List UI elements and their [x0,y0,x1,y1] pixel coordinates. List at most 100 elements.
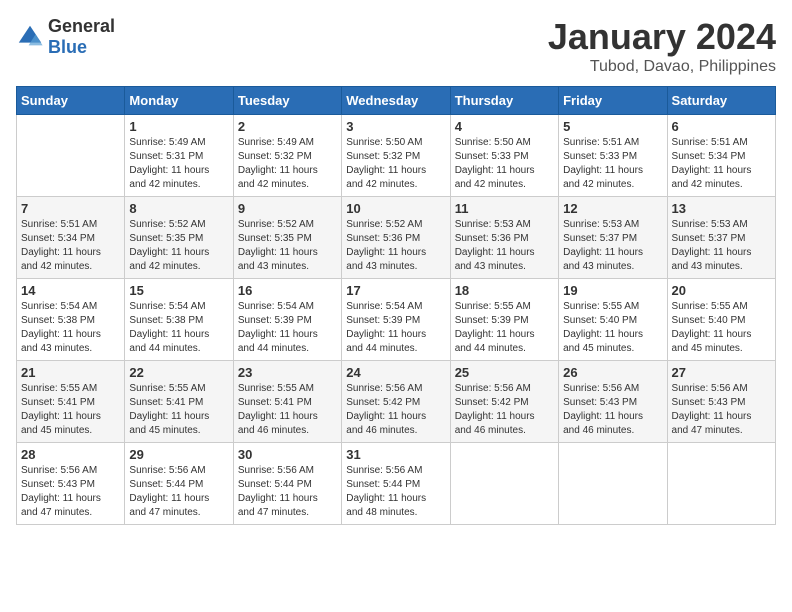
title-area: January 2024 Tubod, Davao, Philippines [548,16,776,76]
calendar-cell: 12Sunrise: 5:53 AM Sunset: 5:37 PM Dayli… [559,197,667,279]
day-number: 12 [563,201,662,216]
logo: General Blue [16,16,115,58]
calendar-cell: 5 Sunrise: 5:51 AM Sunset: 5:33 PM Daylig… [559,115,667,197]
header-row: SundayMondayTuesdayWednesdayThursdayFrid… [17,87,776,115]
day-info: Sunrise: 5:55 AM Sunset: 5:41 PM Dayligh… [129,382,228,438]
calendar-week-5: 28 Sunrise: 5:56 AM Sunset: 5:43 PM Dayli… [17,443,776,525]
day-number: 9 [238,201,337,216]
day-info: Sunrise: 5:51 AM Sunset: 5:34 PM Dayligh… [21,218,120,274]
day-number: 1 [129,119,228,134]
day-info: Sunrise: 5:55 AM Sunset: 5:41 PM Dayligh… [238,382,337,438]
day-number: 22 [129,365,228,380]
day-info: Sunrise: 5:54 AM Sunset: 5:38 PM Dayligh… [21,300,120,356]
calendar-cell: 2Sunrise: 5:49 AM Sunset: 5:32 PM Daylig… [233,115,341,197]
calendar-cell: 4 Sunrise: 5:50 AM Sunset: 5:33 PM Daylig… [450,115,558,197]
day-info: Sunrise: 5:53 AM Sunset: 5:36 PM Dayligh… [455,218,554,274]
calendar-cell: 9Sunrise: 5:52 AM Sunset: 5:35 PM Daylig… [233,197,341,279]
day-info: Sunrise: 5:56 AM Sunset: 5:44 PM Dayligh… [129,464,228,520]
day-number: 19 [563,283,662,298]
day-number: 7 [21,201,120,216]
calendar-week-3: 14 Sunrise: 5:54 AM Sunset: 5:38 PM Dayli… [17,279,776,361]
day-header-tuesday: Tuesday [233,87,341,115]
calendar-cell: 18 Sunrise: 5:55 AM Sunset: 5:39 PM Dayli… [450,279,558,361]
day-info: Sunrise: 5:56 AM Sunset: 5:42 PM Dayligh… [455,382,554,438]
day-number: 10 [346,201,445,216]
day-number: 14 [21,283,120,298]
day-header-sunday: Sunday [17,87,125,115]
day-number: 31 [346,447,445,462]
calendar-cell: 21 Sunrise: 5:55 AM Sunset: 5:41 PM Dayli… [17,361,125,443]
calendar-cell: 26Sunrise: 5:56 AM Sunset: 5:43 PM Dayli… [559,361,667,443]
day-info: Sunrise: 5:53 AM Sunset: 5:37 PM Dayligh… [672,218,771,274]
calendar-week-1: 1 Sunrise: 5:49 AM Sunset: 5:31 PM Daylig… [17,115,776,197]
day-header-saturday: Saturday [667,87,775,115]
calendar-cell: 23 Sunrise: 5:55 AM Sunset: 5:41 PM Dayli… [233,361,341,443]
calendar-week-4: 21 Sunrise: 5:55 AM Sunset: 5:41 PM Dayli… [17,361,776,443]
day-number: 18 [455,283,554,298]
calendar-table: SundayMondayTuesdayWednesdayThursdayFrid… [16,86,776,525]
day-number: 17 [346,283,445,298]
day-info: Sunrise: 5:51 AM Sunset: 5:34 PM Dayligh… [672,136,771,192]
day-info: Sunrise: 5:49 AM Sunset: 5:31 PM Dayligh… [129,136,228,192]
day-number: 26 [563,365,662,380]
day-number: 5 [563,119,662,134]
day-number: 20 [672,283,771,298]
calendar-cell: 7 Sunrise: 5:51 AM Sunset: 5:34 PM Daylig… [17,197,125,279]
day-number: 29 [129,447,228,462]
logo-text-blue: Blue [48,37,87,57]
day-number: 30 [238,447,337,462]
calendar-cell: 19 Sunrise: 5:55 AM Sunset: 5:40 PM Dayli… [559,279,667,361]
calendar-cell: 13 Sunrise: 5:53 AM Sunset: 5:37 PM Dayli… [667,197,775,279]
day-number: 4 [455,119,554,134]
calendar-cell: 17 Sunrise: 5:54 AM Sunset: 5:39 PM Dayli… [342,279,450,361]
day-info: Sunrise: 5:56 AM Sunset: 5:42 PM Dayligh… [346,382,445,438]
day-info: Sunrise: 5:55 AM Sunset: 5:39 PM Dayligh… [455,300,554,356]
calendar-cell: 16 Sunrise: 5:54 AM Sunset: 5:39 PM Dayli… [233,279,341,361]
day-header-wednesday: Wednesday [342,87,450,115]
calendar-cell: 14 Sunrise: 5:54 AM Sunset: 5:38 PM Dayli… [17,279,125,361]
day-info: Sunrise: 5:52 AM Sunset: 5:35 PM Dayligh… [129,218,228,274]
day-number: 28 [21,447,120,462]
day-info: Sunrise: 5:54 AM Sunset: 5:39 PM Dayligh… [238,300,337,356]
calendar-cell: 11 Sunrise: 5:53 AM Sunset: 5:36 PM Dayli… [450,197,558,279]
day-info: Sunrise: 5:56 AM Sunset: 5:44 PM Dayligh… [346,464,445,520]
calendar-cell: 1 Sunrise: 5:49 AM Sunset: 5:31 PM Daylig… [125,115,233,197]
logo-icon [16,23,44,51]
day-info: Sunrise: 5:55 AM Sunset: 5:40 PM Dayligh… [672,300,771,356]
calendar-cell [667,443,775,525]
day-number: 24 [346,365,445,380]
day-number: 15 [129,283,228,298]
calendar-cell: 30 Sunrise: 5:56 AM Sunset: 5:44 PM Dayli… [233,443,341,525]
day-number: 23 [238,365,337,380]
day-info: Sunrise: 5:50 AM Sunset: 5:33 PM Dayligh… [455,136,554,192]
location-subtitle: Tubod, Davao, Philippines [548,58,776,76]
calendar-cell: 28 Sunrise: 5:56 AM Sunset: 5:43 PM Dayli… [17,443,125,525]
calendar-cell: 31 Sunrise: 5:56 AM Sunset: 5:44 PM Dayli… [342,443,450,525]
day-info: Sunrise: 5:50 AM Sunset: 5:32 PM Dayligh… [346,136,445,192]
day-header-friday: Friday [559,87,667,115]
calendar-cell: 25Sunrise: 5:56 AM Sunset: 5:42 PM Dayli… [450,361,558,443]
day-info: Sunrise: 5:55 AM Sunset: 5:40 PM Dayligh… [563,300,662,356]
calendar-cell: 27 Sunrise: 5:56 AM Sunset: 5:43 PM Dayli… [667,361,775,443]
day-number: 3 [346,119,445,134]
day-number: 21 [21,365,120,380]
day-info: Sunrise: 5:52 AM Sunset: 5:36 PM Dayligh… [346,218,445,274]
day-info: Sunrise: 5:51 AM Sunset: 5:33 PM Dayligh… [563,136,662,192]
day-number: 11 [455,201,554,216]
day-info: Sunrise: 5:56 AM Sunset: 5:43 PM Dayligh… [21,464,120,520]
day-info: Sunrise: 5:54 AM Sunset: 5:39 PM Dayligh… [346,300,445,356]
month-title: January 2024 [548,16,776,58]
calendar-cell [17,115,125,197]
day-number: 16 [238,283,337,298]
calendar-cell [450,443,558,525]
calendar-cell: 24 Sunrise: 5:56 AM Sunset: 5:42 PM Dayli… [342,361,450,443]
day-number: 8 [129,201,228,216]
day-info: Sunrise: 5:54 AM Sunset: 5:38 PM Dayligh… [129,300,228,356]
day-number: 27 [672,365,771,380]
day-number: 13 [672,201,771,216]
calendar-cell: 22 Sunrise: 5:55 AM Sunset: 5:41 PM Dayli… [125,361,233,443]
day-info: Sunrise: 5:56 AM Sunset: 5:43 PM Dayligh… [672,382,771,438]
calendar-week-2: 7 Sunrise: 5:51 AM Sunset: 5:34 PM Daylig… [17,197,776,279]
day-info: Sunrise: 5:55 AM Sunset: 5:41 PM Dayligh… [21,382,120,438]
day-info: Sunrise: 5:56 AM Sunset: 5:44 PM Dayligh… [238,464,337,520]
